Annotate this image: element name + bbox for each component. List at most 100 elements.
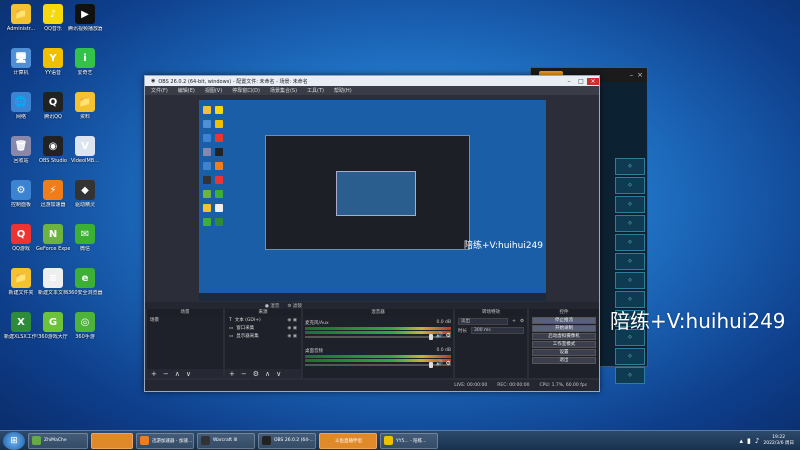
control-button[interactable]: 工作室模式 (532, 341, 596, 348)
gear-icon[interactable]: ⚙ (446, 360, 451, 367)
obs-window[interactable]: ◉ OBS 26.0.2 (64-bit, windows) - 配置文件: 未… (144, 75, 600, 392)
taskbar-button[interactable]: Warcraft III (197, 432, 255, 449)
obs-titlebar[interactable]: ◉ OBS 26.0.2 (64-bit, windows) - 配置文件: 未… (145, 76, 599, 86)
add-scene-button[interactable]: + (151, 370, 157, 378)
duration-input[interactable]: 300 ms (471, 327, 524, 334)
control-button[interactable]: 停止推流 (532, 317, 596, 324)
desktop-icon[interactable]: 🌐 网络 (4, 92, 38, 120)
desktop-icon[interactable]: ◆ 驱动精灵 (68, 180, 102, 208)
desktop-icon[interactable]: N GeForce Experience (36, 224, 70, 252)
desktop-icon[interactable]: ✉ 微信 (68, 224, 102, 252)
source-item[interactable]: T 文本 (GDI+) ◉ ▣ (225, 316, 301, 324)
transition-settings-icon[interactable]: ⚙ (520, 319, 524, 324)
desktop-icon[interactable]: ◉ OBS Studio (36, 136, 70, 164)
minimize-icon[interactable]: – (630, 71, 634, 79)
desktop-icon[interactable]: ▶ 腾讯视频播放器 (68, 4, 102, 32)
desktop-icon[interactable]: i 爱奇艺 (68, 48, 102, 76)
minimize-icon[interactable]: – (563, 78, 575, 85)
taskbar-button[interactable]: 斗鱼直播伴侣 (319, 432, 377, 449)
lock-icon[interactable]: ▣ (293, 334, 297, 339)
lock-icon[interactable]: ▣ (293, 326, 297, 331)
desktop-icon[interactable]: ⚡ 迅游加速器 (36, 180, 70, 208)
show-hidden-icons-icon[interactable]: ▴ (740, 437, 744, 445)
close-icon[interactable]: × (637, 71, 643, 79)
taskbar-button[interactable]: ZhiMaChe (28, 432, 88, 449)
desktop-icon[interactable]: ◎ 360手游 (68, 312, 102, 340)
game-row[interactable]: ◇ (615, 215, 645, 232)
desktop-icon-image: ⚙ (11, 180, 31, 200)
scenes-list[interactable]: 场景 (147, 316, 223, 369)
taskbar-button[interactable]: 迅游加速器 - 加速... (136, 432, 194, 449)
game-row[interactable]: ◇ (615, 177, 645, 194)
volume-fader[interactable]: 🔊 ⚙ (305, 360, 451, 368)
desktop-icon[interactable]: Q QQ游戏 (4, 224, 38, 252)
menu-item[interactable]: 视图(V) (205, 87, 222, 94)
desktop-icon[interactable]: 📁 资料 (68, 92, 102, 120)
move-up-button[interactable]: ∧ (175, 370, 180, 378)
add-transition-button[interactable]: + (512, 319, 516, 324)
game-row[interactable]: ◇ (615, 234, 645, 251)
game-row[interactable]: ◇ (615, 348, 645, 365)
fader-handle[interactable] (429, 334, 433, 340)
game-row[interactable]: ◇ (615, 367, 645, 384)
network-icon[interactable]: ▮ (747, 437, 751, 445)
clock[interactable]: 19:22 2022/3/6 周日 (763, 435, 794, 447)
move-up-button[interactable]: ∧ (265, 370, 270, 378)
transition-type-select[interactable]: 淡出 (458, 318, 509, 325)
obs-preview[interactable]: 陪练+V:huihui249 (199, 100, 546, 301)
menu-item[interactable]: 编辑(E) (178, 87, 195, 94)
desktop-icon[interactable]: ≡ 新建文本文档 (36, 268, 70, 296)
maximize-icon[interactable]: □ (575, 78, 587, 85)
remove-scene-button[interactable]: − (163, 370, 169, 378)
game-row[interactable]: ◇ (615, 253, 645, 270)
menu-item[interactable]: 文件(F) (151, 87, 168, 94)
desktop-icon[interactable]: 📁 Administr... (4, 4, 38, 32)
menu-item[interactable]: 场景集合(S) (270, 87, 297, 94)
desktop-icon[interactable]: Q 腾讯QQ (36, 92, 70, 120)
desktop-icon[interactable]: ♪ QQ音乐 (36, 4, 70, 32)
add-source-button[interactable]: + (229, 370, 235, 378)
game-row[interactable]: ◇ (615, 272, 645, 289)
lock-icon[interactable]: ▣ (293, 318, 297, 323)
remove-source-button[interactable]: − (241, 370, 247, 378)
desktop-icon[interactable]: X 新建XLSX工作表 (4, 312, 38, 340)
menu-item[interactable]: 停靠窗口(D) (232, 87, 260, 94)
menu-item[interactable]: 帮助(H) (334, 87, 352, 94)
taskbar-button[interactable] (91, 432, 133, 449)
volume-fader[interactable]: 🔊 ⚙ (305, 332, 451, 340)
source-item[interactable]: ▭ 显示器采集 ◉ ▣ (225, 332, 301, 340)
menu-item[interactable]: 工具(T) (307, 87, 324, 94)
close-icon[interactable]: × (587, 77, 599, 85)
source-item[interactable]: ▭ 窗口采集 ◉ ▣ (225, 324, 301, 332)
scene-item[interactable]: 场景 (147, 316, 223, 324)
desktop-icon[interactable]: Y YY语音 (36, 48, 70, 76)
source-settings-icon[interactable]: ⚙ (253, 370, 259, 378)
desktop-icon[interactable]: e 360安全浏览器 (68, 268, 102, 296)
start-button[interactable]: ⊞ (3, 431, 25, 450)
desktop-icon[interactable]: 🗑 回收站 (4, 136, 38, 164)
speaker-icon[interactable]: 🔊 (436, 332, 443, 339)
taskbar-button[interactable]: YY5... - 陪练... (380, 432, 438, 449)
desktop-icon[interactable]: ⚙ 控制面板 (4, 180, 38, 208)
control-button[interactable]: 启动虚拟摄像机 (532, 333, 596, 340)
fader-handle[interactable] (429, 362, 433, 368)
volume-icon[interactable]: ♪ (755, 437, 759, 445)
control-button[interactable]: 开始录制 (532, 325, 596, 332)
desktop-icon[interactable]: 📁 新建文件夹 (4, 268, 38, 296)
scene-toolbar-item[interactable]: ⚙ 滤镜 (287, 303, 301, 309)
move-down-button[interactable]: ∨ (186, 370, 191, 378)
scene-toolbar-item[interactable]: ● 混音 (265, 303, 279, 309)
game-row[interactable]: ◇ (615, 196, 645, 213)
desktop-icon[interactable]: G 360游戏大厅 (36, 312, 70, 340)
sources-list[interactable]: T 文本 (GDI+) ◉ ▣ ▭ 窗口采集 ◉ ▣ ▭ 显示器采集 ◉ ▣ (225, 316, 301, 369)
desktop-icon[interactable]: V VideoIMB... (68, 136, 102, 164)
mixer-channel-db: 0.0 dB (436, 320, 451, 325)
control-button[interactable]: 退出 (532, 357, 596, 364)
speaker-icon[interactable]: 🔊 (436, 360, 443, 367)
move-down-button[interactable]: ∨ (276, 370, 281, 378)
game-row[interactable]: ◇ (615, 158, 645, 175)
taskbar-button[interactable]: OBS 26.0.2 (64-... (258, 432, 316, 449)
control-button[interactable]: 设置 (532, 349, 596, 356)
desktop-icon[interactable]: 🖥 计算机 (4, 48, 38, 76)
gear-icon[interactable]: ⚙ (446, 332, 451, 339)
